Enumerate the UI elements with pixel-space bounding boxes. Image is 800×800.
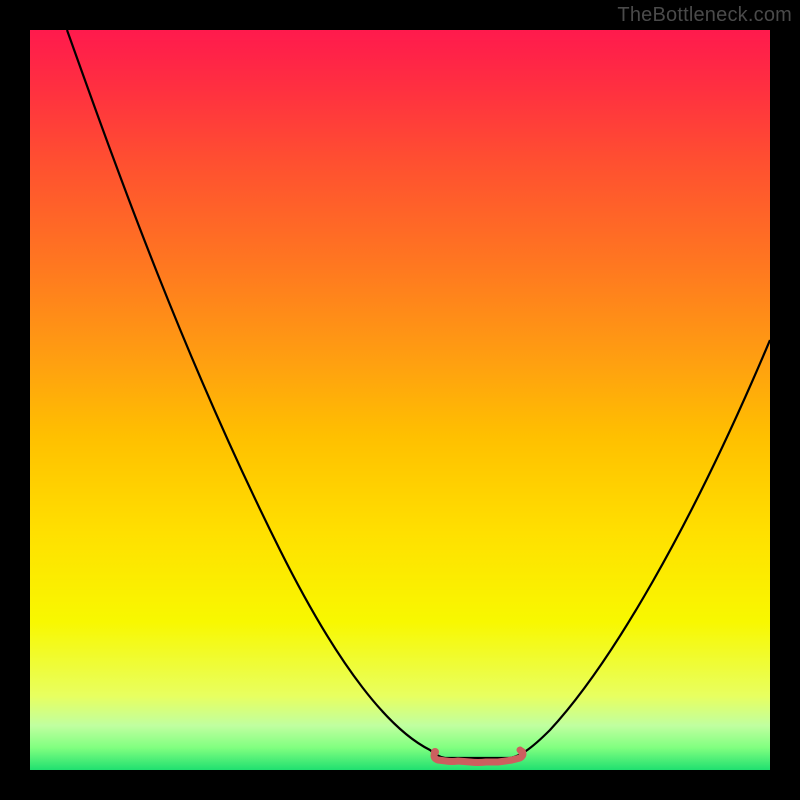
curve-layer — [30, 30, 770, 770]
flat-bottom-left-dot — [431, 748, 439, 756]
plot-area — [30, 30, 770, 770]
bottleneck-curve — [67, 30, 770, 758]
flat-bottom-mark — [434, 750, 523, 763]
chart-frame: TheBottleneck.com — [0, 0, 800, 800]
flat-bottom-right-dot — [518, 748, 526, 756]
watermark-text: TheBottleneck.com — [617, 4, 792, 27]
